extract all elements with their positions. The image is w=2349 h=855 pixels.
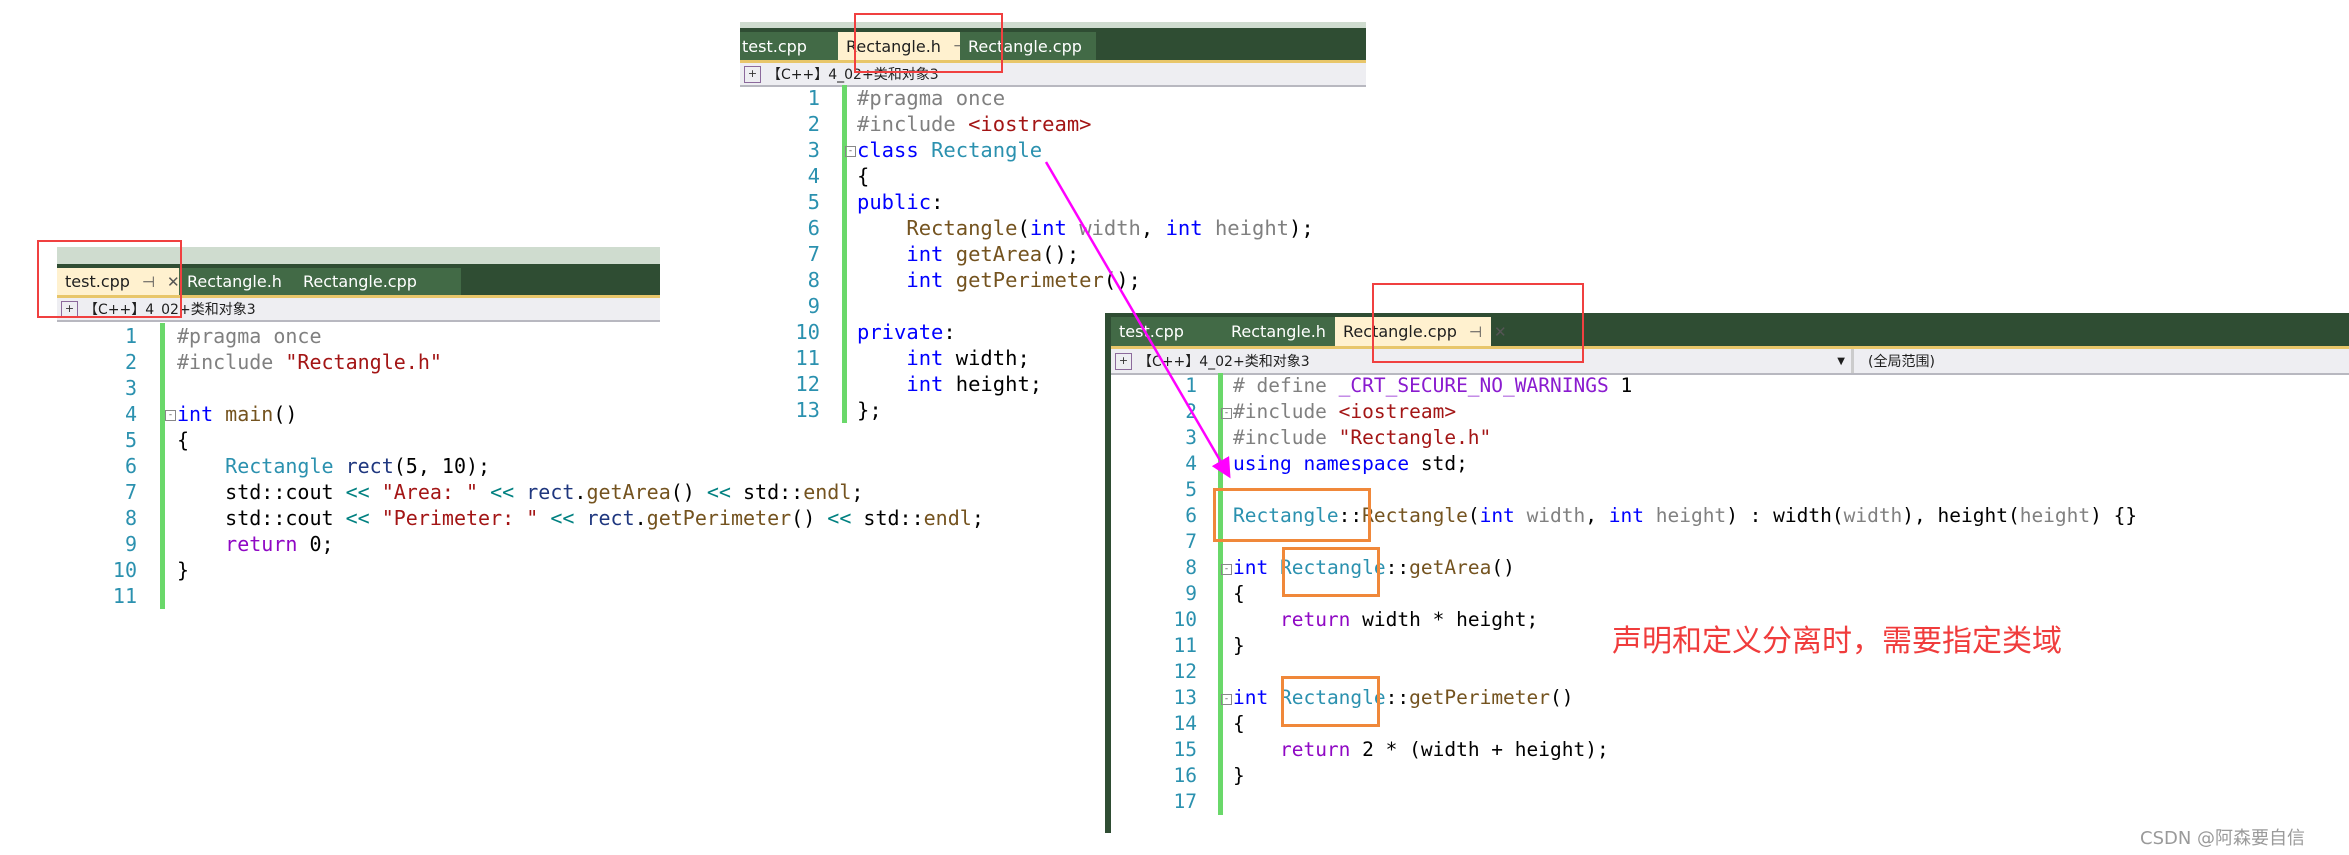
watermark: CSDN @阿森要自信: [2140, 828, 2306, 849]
arrow-line: [1044, 161, 1231, 479]
annotation-text: 声明和定义分离时，需要指定类域: [1612, 624, 2062, 659]
arrow: [1044, 161, 1231, 479]
